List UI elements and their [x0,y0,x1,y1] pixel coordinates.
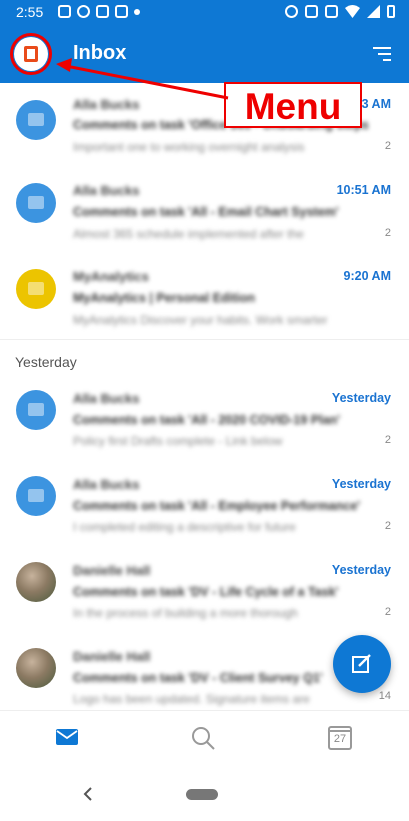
search-icon[interactable] [190,725,216,751]
compose-button[interactable] [333,635,391,693]
annotation-label-box: Menu [224,82,362,128]
message-preview: Policy first Drafts complete - Link belo… [73,434,283,448]
message-subject: Comments on task 'All - Email Chart Syst… [73,205,339,219]
sync-icon [77,5,90,18]
divider [0,339,409,340]
avatar [16,562,56,602]
back-icon[interactable] [82,787,94,801]
status-time: 2:55 [16,4,44,20]
alarm-icon [285,5,298,18]
thread-count: 2 [384,606,391,618]
calendar-day: 27 [333,733,347,745]
thread-count: 2 [384,140,391,152]
message-subject: Comments on task 'All - 2020 COVID-19 Pl… [73,413,341,427]
message-preview: Logo has been updated. Signature items a… [73,692,310,706]
avatar [16,183,56,223]
work-profile-icon [305,5,318,18]
message-preview: In the process of building a more thorou… [73,606,298,620]
instagram-icon [96,5,109,18]
calendar-icon[interactable]: 27 [328,726,352,750]
signal-icon [367,5,380,18]
message-preview: MyAnalytics Discover your habits. Work s… [73,313,328,327]
avatar [16,476,56,516]
avatar [16,648,56,688]
thread-count: 14 [378,690,391,702]
message-subject: Comments on task 'All - Employee Perform… [73,499,361,513]
message-time: 9:20 AM [343,269,391,283]
message-sender: MyAnalytics [73,269,149,284]
list-item[interactable]: MyAnalytics 9:20 AM MyAnalytics | Person… [0,255,409,341]
thread-count: 2 [384,434,391,446]
message-sender: Alla Bucks [73,183,140,198]
app-bar: Inbox [0,25,409,83]
section-label-yesterday: Yesterday [15,354,77,370]
message-sender: Alla Bucks [73,477,140,492]
avatar [16,269,56,309]
mail-icon[interactable] [55,727,79,747]
system-nav-bar [0,768,409,821]
message-preview: Important one to working overnight analy… [73,140,305,154]
message-sender: Alla Bucks [73,391,140,406]
thread-count: 2 [384,520,391,532]
message-subject: MyAnalytics | Personal Edition [73,291,256,305]
avatar [16,390,56,430]
message-time: Yesterday [331,391,391,405]
list-item[interactable]: Alla Bucks Yesterday Comments on task 'A… [0,464,409,550]
message-time: Yesterday [331,477,391,491]
vibrate-icon [325,5,338,18]
page-title: Inbox [73,42,127,64]
notification-dot-icon [134,9,140,15]
thread-count: 2 [384,227,391,239]
message-sender: Danielle Hall [73,563,151,578]
filter-icon[interactable] [373,47,391,63]
gallery-icon [58,5,71,18]
list-item[interactable]: Alla Bucks Yesterday Comments on task 'A… [0,378,409,464]
compose-icon [352,654,371,673]
message-preview: I completed editing a descriptive for fu… [73,520,296,534]
message-sender: Alla Bucks [73,97,140,112]
office-menu-button[interactable] [10,33,52,75]
annotation-circle [10,33,52,75]
avatar [16,100,56,140]
message-subject: Comments on task 'DV - Life Cycle of a T… [73,585,339,599]
message-subject: Comments on task 'DV - Client Survey Q1' [73,671,323,685]
bottom-nav: 27 [0,710,409,768]
list-item[interactable]: Danielle Hall Yesterday Comments on task… [0,550,409,636]
message-preview: Almost 365 schedule implemented after th… [73,227,304,241]
wifi-icon [345,5,360,18]
status-bar: 2:55 [0,0,409,25]
message-time: 10:51 AM [336,183,391,197]
instagram-icon [115,5,128,18]
list-item[interactable]: Alla Bucks 10:51 AM Comments on task 'Al… [0,169,409,255]
home-pill-icon[interactable] [186,789,218,800]
annotation-label: Menu [244,86,342,127]
battery-icon [387,5,395,18]
message-sender: Danielle Hall [73,649,151,664]
message-time: Yesterday [331,563,391,577]
